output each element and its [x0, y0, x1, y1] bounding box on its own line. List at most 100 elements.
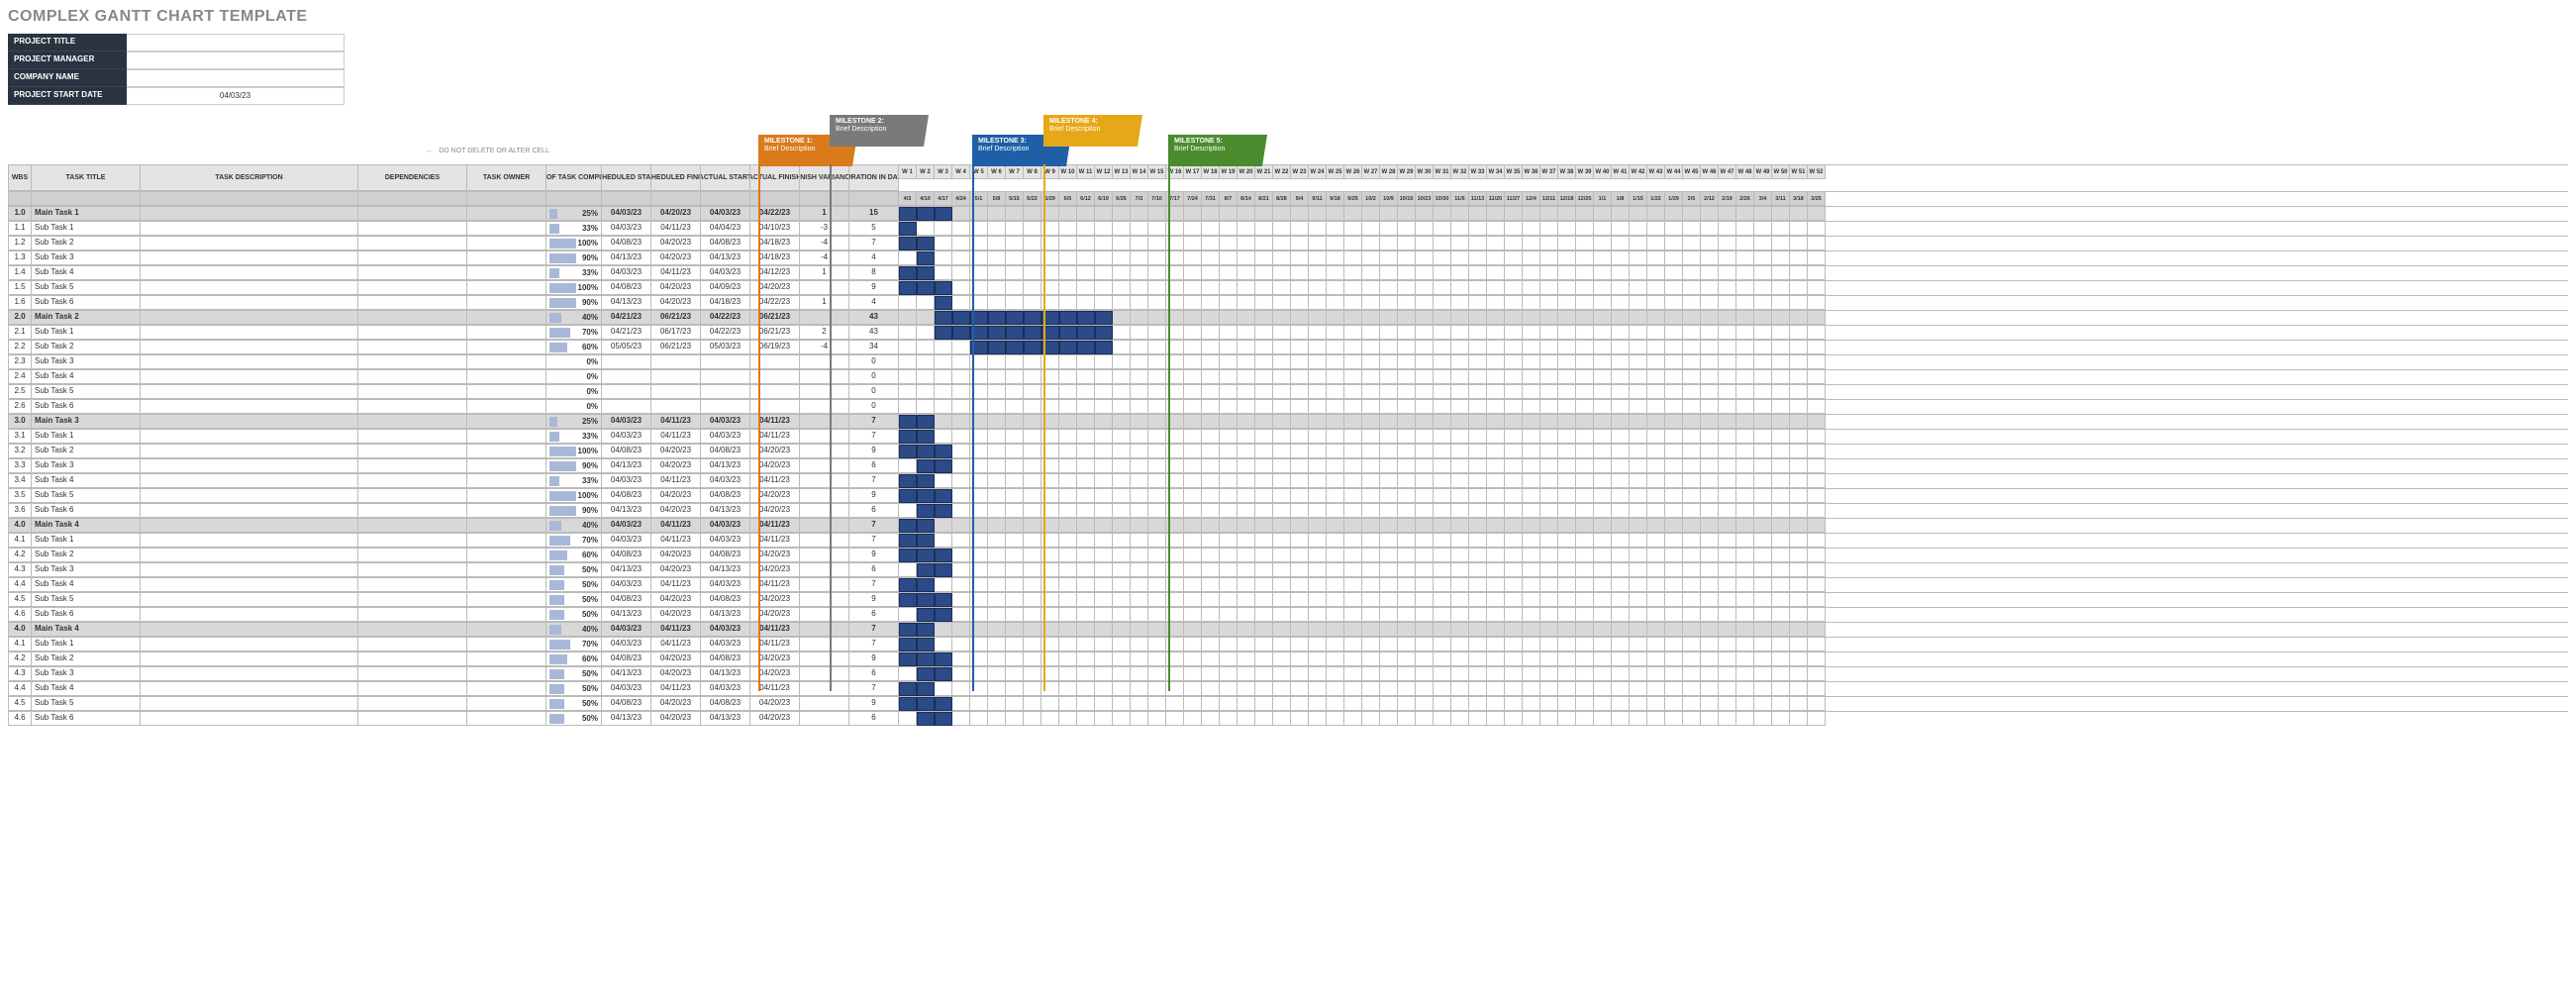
week-cell: [1202, 237, 1220, 251]
week-cell: [1238, 266, 1255, 280]
week-cell: [1790, 415, 1808, 429]
data-cell: [358, 608, 467, 622]
week-cell: [1273, 237, 1291, 251]
data-cell: 04/04/23: [701, 222, 750, 236]
week-cell: [1255, 341, 1273, 354]
table-row: 4.3Sub Task 350%04/13/2304/20/2304/13/23…: [8, 666, 2568, 681]
week-cell: [1131, 712, 1148, 726]
week-cell: [1291, 608, 1309, 622]
data-cell: 04/08/23: [701, 593, 750, 607]
week-cell: [1665, 608, 1683, 622]
week-cell: [1808, 415, 1826, 429]
week-header: W 37: [1540, 165, 1558, 179]
week-cell: [1487, 222, 1505, 236]
week-cell: [1434, 207, 1451, 221]
week-cell: [1736, 296, 1754, 310]
week-cell: [1166, 593, 1184, 607]
week-cell: [1416, 474, 1434, 488]
data-cell: [141, 593, 358, 607]
week-cell: [1255, 608, 1273, 622]
week-cell: [1077, 445, 1095, 458]
week-cell: [1701, 415, 1719, 429]
week-cell: [1808, 608, 1826, 622]
week-cell: [1594, 281, 1612, 295]
week-cell: [1665, 504, 1683, 518]
week-cell: [1719, 519, 1736, 533]
week-cell: [1077, 652, 1095, 666]
pct-cell: 90%: [546, 296, 602, 310]
week-cell: [1041, 504, 1059, 518]
week-cell: [1059, 385, 1077, 399]
meta-value[interactable]: [127, 34, 345, 51]
table-row: 4.6Sub Task 650%04/13/2304/20/2304/13/23…: [8, 607, 2568, 622]
week-cell: [1202, 474, 1220, 488]
week-cell: [1166, 251, 1184, 265]
week-cell: [1344, 519, 1362, 533]
week-cell: [1647, 415, 1665, 429]
date-header: 3/11: [1772, 192, 1790, 206]
week-cell: [1041, 251, 1059, 265]
week-cell: [1451, 638, 1469, 652]
data-cell: 04/11/23: [750, 638, 800, 652]
week-cell: [1041, 222, 1059, 236]
data-cell: 4: [849, 251, 899, 265]
week-cell: [1683, 430, 1701, 444]
week-cell: [1255, 697, 1273, 711]
week-cell: [1594, 474, 1612, 488]
week-cell: [1166, 682, 1184, 696]
data-cell: 04/11/23: [750, 415, 800, 429]
week-header: W 47: [1719, 165, 1736, 179]
col-header: ACTUAL FINISH: [750, 165, 800, 191]
data-cell: 04/20/23: [750, 549, 800, 562]
week-cell: [1059, 370, 1077, 384]
week-cell: [1166, 504, 1184, 518]
data-cell: [467, 251, 546, 265]
data-cell: 04/13/23: [701, 459, 750, 473]
week-cell: [899, 593, 917, 607]
week-cell: [1665, 534, 1683, 548]
week-header: W 41: [1612, 165, 1630, 179]
week-cell: [1202, 534, 1220, 548]
week-cell: [1469, 281, 1487, 295]
week-cell: [1505, 311, 1523, 325]
meta-value[interactable]: 04/03/23: [127, 87, 345, 105]
week-cell: [1077, 608, 1095, 622]
data-cell: 04/22/23: [701, 326, 750, 340]
week-cell: [1095, 370, 1113, 384]
week-cell: [1576, 400, 1594, 414]
task-title: Sub Task 4: [32, 682, 141, 696]
week-cell: [1523, 623, 1540, 637]
week-cell: [1309, 415, 1327, 429]
week-cell: [1576, 652, 1594, 666]
week-cell: [1220, 370, 1238, 384]
data-cell: 04/22/23: [750, 296, 800, 310]
week-cell: [1041, 489, 1059, 503]
task-title: Sub Task 6: [32, 400, 141, 414]
week-cell: [1220, 563, 1238, 577]
task-title: Sub Task 1: [32, 430, 141, 444]
week-cell: [1148, 281, 1166, 295]
week-cell: [1398, 251, 1416, 265]
week-cell: [1719, 682, 1736, 696]
week-cell: [1416, 638, 1434, 652]
week-cell: [917, 608, 935, 622]
week-cell: [1754, 504, 1772, 518]
meta-value[interactable]: [127, 51, 345, 69]
week-cell: [1612, 549, 1630, 562]
week-cell: [917, 445, 935, 458]
week-cell: [952, 504, 970, 518]
week-cell: [1594, 623, 1612, 637]
data-cell: [467, 311, 546, 325]
pct-cell: 33%: [546, 222, 602, 236]
data-cell: 04/11/23: [651, 415, 701, 429]
week-cell: [1576, 489, 1594, 503]
week-cell: [1077, 519, 1095, 533]
week-cell: [935, 608, 952, 622]
meta-value[interactable]: [127, 69, 345, 87]
week-cell: [1594, 251, 1612, 265]
data-cell: 04/03/23: [701, 415, 750, 429]
week-cell: [1202, 370, 1220, 384]
week-cell: [1041, 593, 1059, 607]
data-cell: [358, 638, 467, 652]
week-cell: [1719, 652, 1736, 666]
